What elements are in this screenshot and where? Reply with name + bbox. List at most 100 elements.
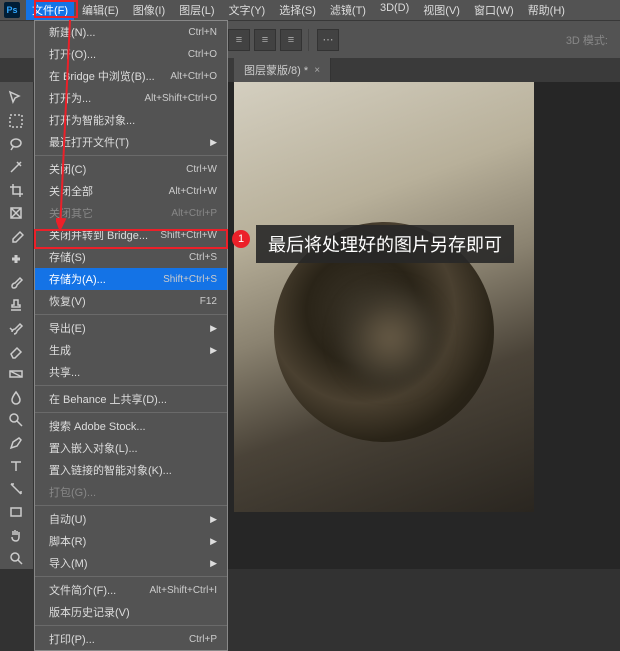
file-menu-item-5[interactable]: 最近打开文件(T)▶: [35, 131, 227, 153]
align-middle-icon[interactable]: ≡: [254, 29, 276, 51]
marquee-tool-icon[interactable]: [0, 109, 32, 132]
menu-item-label: 置入链接的智能对象(K)...: [49, 462, 172, 478]
menu-item-2[interactable]: 图像(I): [127, 0, 171, 20]
file-menu-item-33[interactable]: 打印(P)... Ctrl+P: [35, 628, 227, 650]
file-menu-item-11[interactable]: 存储(S)Ctrl+S: [35, 246, 227, 268]
gradient-tool-icon[interactable]: [0, 362, 32, 385]
annotation-text: 最后将处理好的图片另存即可: [256, 225, 514, 263]
pen-tool-icon[interactable]: [0, 431, 32, 454]
menu-item-label: 关闭并转到 Bridge...: [49, 227, 148, 243]
submenu-arrow-icon: ▶: [210, 345, 217, 356]
stamp-tool-icon[interactable]: [0, 293, 32, 316]
blur-tool-icon[interactable]: [0, 385, 32, 408]
menu-bar: 文件(F)编辑(E)图像(I)图层(L)文字(Y)选择(S)滤镜(T)3D(D)…: [26, 0, 571, 20]
menu-item-shortcut: Shift+Ctrl+S: [163, 274, 217, 285]
move-tool-icon[interactable]: [0, 86, 32, 109]
menu-item-label: 置入嵌入对象(L)...: [49, 440, 138, 456]
file-menu-item-12[interactable]: 存储为(A)... Shift+Ctrl+S: [35, 268, 227, 290]
align-bottom-icon[interactable]: ≡: [280, 29, 302, 51]
file-menu-item-19[interactable]: 在 Behance 上共享(D)...: [35, 388, 227, 410]
file-menu-item-13[interactable]: 恢复(V)F12: [35, 290, 227, 312]
menu-item-label: 最近打开文件(T): [49, 134, 129, 150]
hand-tool-icon[interactable]: [0, 523, 32, 546]
mode-3d-label: 3D 模式:: [566, 32, 608, 48]
menu-item-label: 生成: [49, 342, 71, 358]
file-menu-item-21[interactable]: 搜索 Adobe Stock...: [35, 415, 227, 437]
dodge-tool-icon[interactable]: [0, 408, 32, 431]
file-menu-item-27[interactable]: 脚本(R)▶: [35, 530, 227, 552]
file-menu-item-3[interactable]: 打开为...Alt+Shift+Ctrl+O: [35, 87, 227, 109]
menu-item-shortcut: Ctrl+O: [188, 49, 217, 60]
menu-item-shortcut: Ctrl+N: [188, 27, 217, 38]
menu-item-0[interactable]: 文件(F): [26, 0, 74, 20]
rect-tool-icon[interactable]: [0, 500, 32, 523]
menu-item-label: 打印(P)...: [49, 631, 95, 647]
heal-tool-icon[interactable]: [0, 247, 32, 270]
menu-item-7[interactable]: 3D(D): [374, 0, 415, 20]
file-menu-item-30[interactable]: 文件简介(F)...Alt+Shift+Ctrl+I: [35, 579, 227, 601]
menu-item-label: 关闭全部: [49, 183, 93, 199]
menu-item-label: 打开为智能对象...: [49, 112, 135, 128]
file-menu-item-15[interactable]: 导出(E)▶: [35, 317, 227, 339]
menu-item-8[interactable]: 视图(V): [417, 0, 466, 20]
menu-item-3[interactable]: 图层(L): [173, 0, 220, 20]
file-menu-item-23[interactable]: 置入链接的智能对象(K)...: [35, 459, 227, 481]
menu-item-label: 打开(O)...: [49, 46, 96, 62]
file-menu-item-24: 打包(G)...: [35, 481, 227, 503]
menu-item-shortcut: Alt+Shift+Ctrl+O: [144, 93, 217, 104]
ps-logo: Ps: [4, 2, 20, 18]
menu-item-5[interactable]: 选择(S): [273, 0, 322, 20]
menu-item-label: 关闭其它: [49, 205, 93, 221]
file-menu-item-2[interactable]: 在 Bridge 中浏览(B)...Alt+Ctrl+O: [35, 65, 227, 87]
close-tab-icon[interactable]: ×: [314, 65, 320, 76]
lasso-tool-icon[interactable]: [0, 132, 32, 155]
frame-tool-icon[interactable]: [0, 201, 32, 224]
menu-item-shortcut: F12: [200, 296, 217, 307]
submenu-arrow-icon: ▶: [210, 514, 217, 525]
menu-item-label: 脚本(R): [49, 533, 86, 549]
brush-tool-icon[interactable]: [0, 270, 32, 293]
align-top-icon[interactable]: ≡: [228, 29, 250, 51]
wand-tool-icon[interactable]: [0, 155, 32, 178]
tab-title: 图层蒙版/8) *: [244, 62, 308, 78]
file-menu-item-1[interactable]: 打开(O)... Ctrl+O: [35, 43, 227, 65]
menu-item-label: 共享...: [49, 364, 80, 380]
menu-item-shortcut: Alt+Ctrl+P: [171, 208, 217, 219]
document-tab[interactable]: 图层蒙版/8) * ×: [234, 58, 331, 82]
file-menu-item-28[interactable]: 导入(M)▶: [35, 552, 227, 574]
menu-item-shortcut: Ctrl+P: [189, 634, 217, 645]
file-menu-item-8[interactable]: 关闭全部 Alt+Ctrl+W: [35, 180, 227, 202]
menu-item-shortcut: Alt+Ctrl+W: [169, 186, 217, 197]
type-tool-icon[interactable]: [0, 454, 32, 477]
menu-item-label: 文件简介(F)...: [49, 582, 116, 598]
submenu-arrow-icon: ▶: [210, 558, 217, 569]
file-menu-item-22[interactable]: 置入嵌入对象(L)...: [35, 437, 227, 459]
menu-item-9[interactable]: 窗口(W): [468, 0, 520, 20]
crop-tool-icon[interactable]: [0, 178, 32, 201]
more-options-icon[interactable]: ⋯: [317, 29, 339, 51]
menu-item-label: 在 Behance 上共享(D)...: [49, 391, 167, 407]
document-image: [234, 82, 534, 512]
eraser-tool-icon[interactable]: [0, 339, 32, 362]
zoom-tool-icon[interactable]: [0, 546, 32, 569]
menu-item-shortcut: Shift+Ctrl+W: [160, 230, 217, 241]
menu-item-label: 存储(S): [49, 249, 86, 265]
file-menu-item-17[interactable]: 共享...: [35, 361, 227, 383]
file-menu-item-16[interactable]: 生成 ▶: [35, 339, 227, 361]
file-menu-item-10[interactable]: 关闭并转到 Bridge... Shift+Ctrl+W: [35, 224, 227, 246]
file-menu-item-7[interactable]: 关闭(C)Ctrl+W: [35, 158, 227, 180]
file-menu-item-0[interactable]: 新建(N)...Ctrl+N: [35, 21, 227, 43]
annotation-step-badge: 1: [232, 230, 250, 248]
file-menu-item-26[interactable]: 自动(U)▶: [35, 508, 227, 530]
eyedrop-tool-icon[interactable]: [0, 224, 32, 247]
history-tool-icon[interactable]: [0, 316, 32, 339]
menu-item-10[interactable]: 帮助(H): [522, 0, 571, 20]
menu-item-label: 存储为(A)...: [49, 271, 106, 287]
menu-item-1[interactable]: 编辑(E): [76, 0, 125, 20]
file-menu-item-9: 关闭其它 Alt+Ctrl+P: [35, 202, 227, 224]
menu-item-6[interactable]: 滤镜(T): [324, 0, 372, 20]
menu-item-4[interactable]: 文字(Y): [223, 0, 272, 20]
file-menu-item-31[interactable]: 版本历史记录(V): [35, 601, 227, 623]
path-tool-icon[interactable]: [0, 477, 32, 500]
file-menu-item-4[interactable]: 打开为智能对象...: [35, 109, 227, 131]
